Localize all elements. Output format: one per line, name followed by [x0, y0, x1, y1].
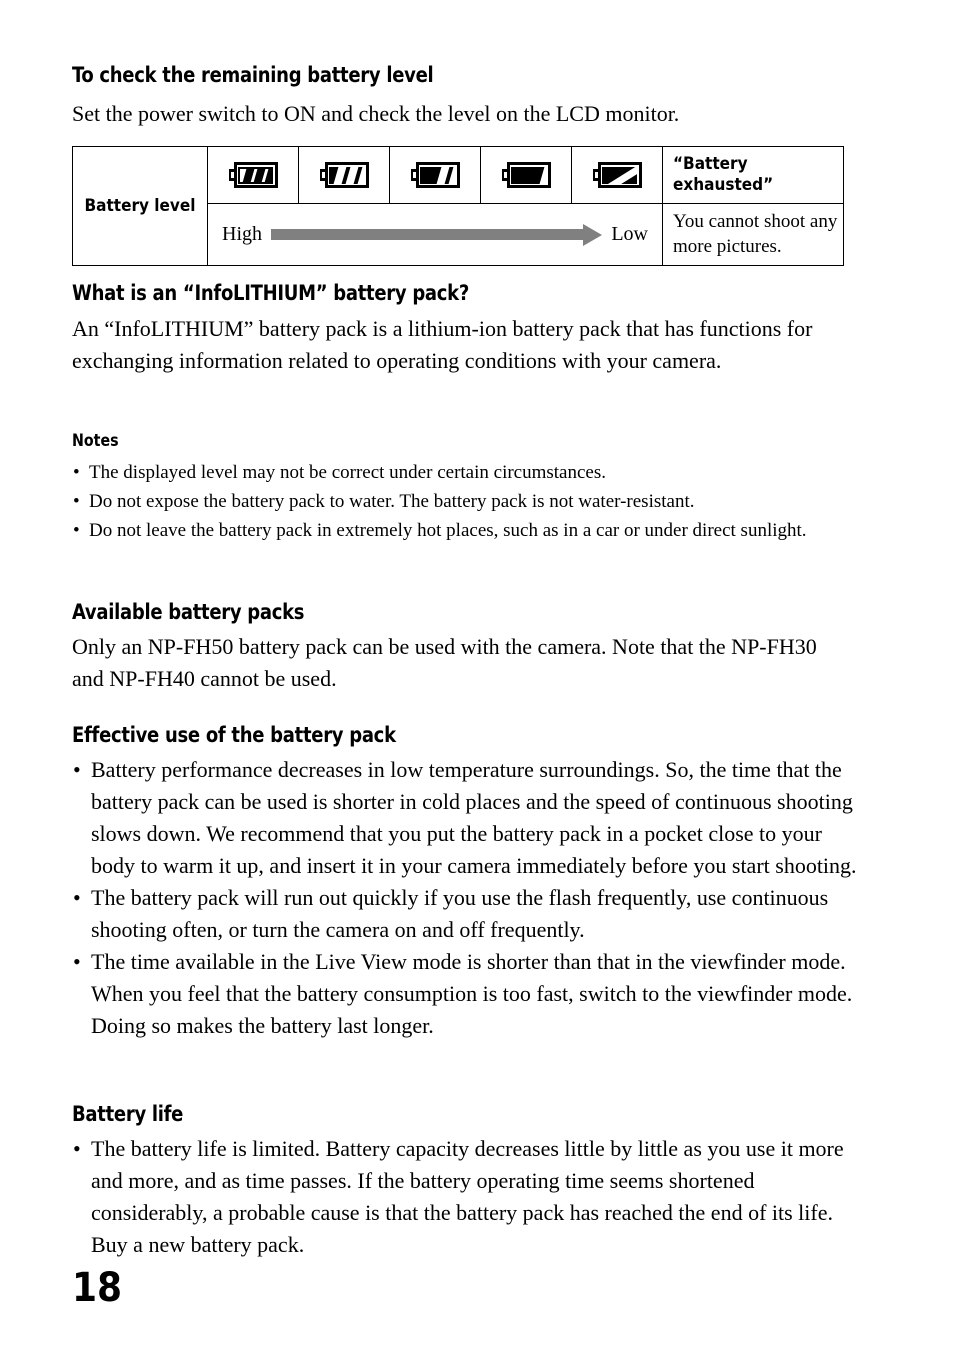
list-item: • The battery life is limited. Battery ca… — [72, 1133, 857, 1261]
battery-exhausted-note: You cannot shoot any more pictures. — [673, 210, 838, 257]
battery-icon-full-outline — [228, 162, 278, 188]
list-item: • The battery pack will run out quickly i… — [72, 882, 857, 946]
section-effective-use: Effective use of the battery pack — [72, 723, 862, 749]
battery-icon-cell-2 — [299, 147, 390, 203]
paragraph-infolithium-wrap: An “InfoLITHIUM” battery pack is a lithi… — [72, 313, 854, 377]
notes-list-wrap: • The displayed level may not be correct … — [72, 458, 854, 545]
battery-shell — [415, 162, 460, 188]
list-item: • The displayed level may not be correct … — [72, 458, 854, 487]
battery-exhausted-cell: “Battery exhausted” — [663, 147, 843, 203]
paragraph-available-packs: Only an NP-FH50 battery pack can be used… — [72, 634, 817, 691]
battery-icon-cell-3 — [390, 147, 481, 203]
battery-inner — [511, 166, 546, 184]
table-row-scale: High Low You cannot shoot any more pictu… — [208, 204, 843, 265]
scale-label-high: High — [222, 223, 262, 245]
list-item-text: The displayed level may not be correct u… — [89, 462, 606, 483]
effective-use-list-wrap: • Battery performance decreases in low te… — [72, 754, 857, 1042]
section-infolithium: What is an “InfoLITHIUM” battery pack? — [72, 281, 862, 307]
battery-icon-cell-1 — [208, 147, 299, 203]
list-item-text: Do not leave the battery pack in extreme… — [89, 520, 807, 541]
arrow-shaft — [271, 229, 584, 240]
bullet-glyph: • — [73, 1136, 81, 1161]
bullet-glyph: • — [73, 949, 81, 974]
page-number: 18 — [72, 1265, 123, 1311]
bullet-glyph: • — [73, 520, 80, 541]
table-body: “Battery exhausted” High Low You cannot … — [208, 147, 843, 265]
heading-check-level: To check the remaining battery level — [72, 63, 434, 88]
battery-shell — [324, 162, 369, 188]
table-row-label: Battery level — [84, 196, 196, 216]
battery-life-list: • The battery life is limited. Battery ca… — [72, 1133, 857, 1261]
battery-bar-1 — [536, 166, 546, 184]
battery-shell — [506, 162, 551, 188]
battery-shell — [597, 162, 642, 188]
section-battery-life: Battery life — [72, 1102, 862, 1128]
battery-icon-cell-5 — [572, 147, 663, 203]
section-notes: Notes — [72, 431, 862, 452]
bullet-glyph: • — [73, 885, 81, 910]
bullet-glyph: • — [73, 757, 81, 782]
scale-label-low: Low — [611, 223, 648, 245]
heading-battery-life: Battery life — [72, 1102, 184, 1127]
list-item-text: Do not expose the battery pack to water.… — [89, 491, 695, 512]
list-item-text: The battery life is limited. Battery cap… — [91, 1136, 844, 1257]
battery-life-list-wrap: • The battery life is limited. Battery ca… — [72, 1133, 857, 1261]
heading-available-packs: Available battery packs — [72, 600, 305, 625]
battery-inner — [329, 166, 364, 184]
battery-exhausted-note-cell: You cannot shoot any more pictures. — [663, 204, 843, 265]
paragraph-check-level-wrap: Set the power switch to ON and check the… — [72, 98, 862, 130]
heading-effective-use: Effective use of the battery pack — [72, 723, 396, 748]
table-row-label-cell: Battery level — [73, 147, 208, 265]
bullet-glyph: • — [73, 491, 80, 512]
battery-icon-empty-struck — [592, 162, 642, 188]
section-available-packs: Available battery packs — [72, 600, 862, 626]
list-item: • Do not leave the battery pack in extrem… — [72, 516, 854, 545]
battery-inner — [420, 166, 455, 184]
effective-use-list: • Battery performance decreases in low te… — [72, 754, 857, 1042]
list-item: • The time available in the Live View mod… — [72, 946, 857, 1042]
heading-infolithium: What is an “InfoLITHIUM” battery pack? — [72, 281, 469, 306]
arrow-head — [583, 223, 603, 246]
battery-slash-icon — [602, 166, 637, 184]
notes-list: • The displayed level may not be correct … — [72, 458, 854, 545]
paragraph-available-packs-wrap: Only an NP-FH50 battery pack can be used… — [72, 631, 854, 695]
paragraph-check-level: Set the power switch to ON and check the… — [72, 101, 680, 126]
battery-icon-one-bar — [501, 162, 551, 188]
battery-inner — [602, 166, 637, 184]
section-check-level: To check the remaining battery level — [72, 63, 862, 89]
battery-bar-1 — [330, 166, 348, 184]
scale-arrow-icon — [271, 223, 603, 246]
list-item: • Do not expose the battery pack to water… — [72, 487, 854, 516]
table-row-icons: “Battery exhausted” — [208, 147, 843, 204]
battery-icon-three-bars — [319, 162, 369, 188]
battery-exhausted-label: “Battery exhausted” — [673, 153, 774, 195]
battery-icon-cell-4 — [481, 147, 572, 203]
list-item-text: Battery performance decreases in low tem… — [91, 757, 857, 878]
bullet-glyph: • — [73, 462, 80, 483]
list-item-text: The time available in the Live View mode… — [91, 949, 853, 1038]
battery-bar-1 — [433, 166, 451, 184]
heading-notes: Notes — [72, 431, 119, 451]
battery-scale-cell: High Low — [208, 204, 663, 265]
battery-icon-two-bars — [410, 162, 460, 188]
list-item-text: The battery pack will run out quickly if… — [91, 885, 829, 942]
list-item: • Battery performance decreases in low te… — [72, 754, 857, 882]
battery-inner — [238, 166, 273, 184]
paragraph-infolithium: An “InfoLITHIUM” battery pack is a lithi… — [72, 316, 813, 373]
page-content: To check the remaining battery level Set… — [72, 0, 862, 1345]
battery-level-table: Battery level “Battery exhausted” High L… — [72, 146, 844, 266]
battery-shell — [233, 162, 278, 188]
